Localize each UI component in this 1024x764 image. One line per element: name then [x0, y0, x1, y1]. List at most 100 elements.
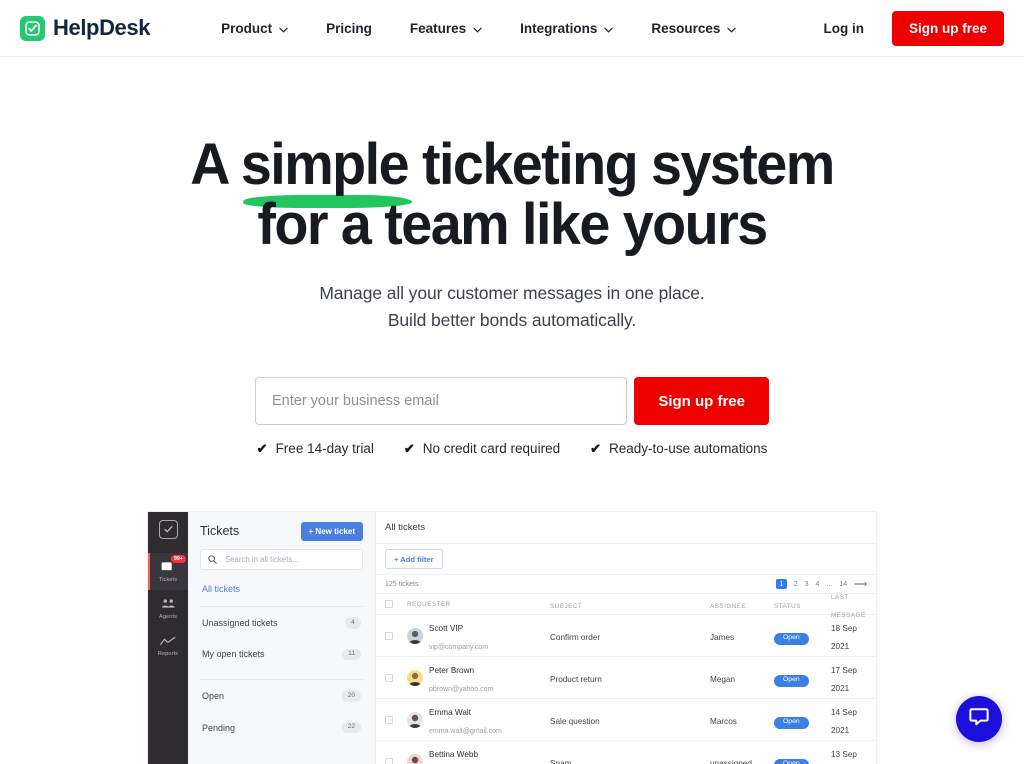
requester-name: Emma Walt	[429, 707, 472, 717]
column-header-subject: SUBJECT	[550, 603, 583, 610]
headline-suffix: ticketing system	[408, 132, 835, 197]
table-row[interactable]: Scott VIP vip@company.com Confirm order …	[376, 615, 876, 657]
logo[interactable]: HelpDesk	[20, 15, 150, 41]
row-checkbox[interactable]	[385, 715, 393, 724]
nav-item-integrations[interactable]: Integrations	[501, 13, 632, 44]
last-message-date: 18 Sep 2021	[831, 623, 857, 651]
signup-form: Sign up free	[255, 377, 769, 425]
subheading-line-2: Build better bonds automatically.	[387, 310, 637, 330]
table-row[interactable]: Peter Brown pbrown@yahoo.com Product ret…	[376, 657, 876, 699]
app-sidebar-title: Tickets	[200, 524, 240, 538]
filter-bar: + Add filter	[376, 544, 876, 575]
new-ticket-button[interactable]: + New ticket	[300, 521, 363, 541]
last-message-date: 13 Sep 2021	[831, 749, 857, 759]
nav-right-actions: Log in Sign up free	[813, 10, 1004, 46]
count-badge: 20	[341, 690, 361, 702]
requester-email: pbrown@yahoo.com	[429, 685, 494, 693]
row-checkbox[interactable]	[385, 631, 393, 640]
status-badge: 99+	[170, 555, 186, 564]
check-icon: ✔	[590, 441, 601, 456]
headline-highlight: simple	[241, 135, 412, 208]
sidebar-item-unassigned-tickets[interactable]: Unassigned tickets 4	[200, 607, 363, 639]
ticket-count-bar: 125 tickets 1 2 3 4 ... 14 ⟶	[376, 575, 876, 594]
search-input[interactable]	[223, 554, 355, 565]
requester-name: Bettina Webb	[429, 749, 479, 759]
app-sidebar: Tickets + New ticket All tickets Unassig…	[188, 512, 376, 764]
page-2-button[interactable]: 2	[794, 581, 798, 588]
checkbox-check-icon	[158, 520, 178, 539]
select-all-checkbox[interactable]	[385, 600, 393, 608]
rail-item-label: Tickets	[158, 577, 178, 583]
sidebar-item-open[interactable]: Open 20	[200, 680, 363, 712]
sidebar-item-label: My open tickets	[202, 649, 265, 660]
row-checkbox[interactable]	[385, 673, 393, 682]
perk-label: No credit card required	[422, 441, 561, 456]
email-field[interactable]	[255, 377, 628, 425]
rail-item-reports[interactable]: Reports	[148, 627, 188, 664]
signup-free-button-nav[interactable]: Sign up free	[891, 10, 1004, 46]
ticket-subject: Confirm order	[550, 632, 601, 642]
ticket-assignee: Marcos	[710, 716, 737, 726]
signup-free-button-hero[interactable]: Sign up free	[634, 377, 769, 425]
nav-item-label: Integrations	[520, 20, 598, 36]
ticket-count: 125 tickets	[385, 580, 419, 588]
chart-line-icon	[159, 633, 177, 648]
page-title: A simple ticketing system for a team lik…	[20, 135, 1003, 255]
ticket-assignee: James	[710, 632, 735, 642]
sidebar-item-label: Pending	[202, 722, 236, 733]
table-row[interactable]: Emma Walt emma.walt@gmail.com Sale quest…	[376, 699, 876, 741]
avatar	[407, 753, 423, 764]
count-badge: 22	[341, 721, 361, 734]
rail-item-agents[interactable]: Agents	[148, 590, 188, 627]
check-icon: ✔	[403, 441, 415, 456]
nav-item-resources[interactable]: Resources	[632, 13, 755, 44]
ticket-view-header: All tickets	[376, 512, 876, 544]
page-3-button[interactable]: 3	[805, 581, 809, 588]
logo-text: HelpDesk	[53, 15, 151, 40]
perk-label: Ready-to-use automations	[609, 441, 768, 456]
add-filter-button[interactable]: + Add filter	[385, 549, 443, 569]
page-4-button[interactable]: 4	[816, 581, 820, 588]
status-badge: Open	[774, 758, 809, 764]
nav-item-product[interactable]: Product	[202, 13, 307, 44]
page-1-button[interactable]: 1	[775, 579, 787, 589]
nav-item-features[interactable]: Features	[391, 13, 501, 44]
headline-line-1: A simple ticketing system	[20, 132, 1003, 208]
ticket-search[interactable]	[200, 549, 363, 570]
chevron-down-icon	[279, 21, 288, 36]
sidebar-item-pending[interactable]: Pending 22	[200, 712, 363, 744]
select-all-cell	[385, 600, 407, 608]
status-badge: Open	[774, 674, 809, 687]
column-header-requester: REQUESTER	[407, 600, 451, 608]
ticket-subject: Product return	[550, 674, 602, 684]
rail-item-tickets[interactable]: 99+ Tickets	[148, 553, 188, 590]
nav-links: Product Pricing Features Integrations Re…	[202, 13, 755, 44]
row-checkbox[interactable]	[385, 757, 393, 764]
app-ticket-table: All tickets + Add filter 125 tickets 1 2…	[376, 512, 876, 764]
requester-email: vip@company.com	[429, 643, 489, 651]
chat-bubble-icon	[968, 706, 990, 733]
nav-item-pricing[interactable]: Pricing	[307, 13, 391, 44]
checkbox-check-icon	[20, 15, 45, 41]
login-link[interactable]: Log in	[813, 13, 874, 44]
avatar	[407, 669, 423, 686]
nav-item-label: Product	[221, 20, 273, 36]
status-badge: Open	[774, 632, 809, 645]
requester-name: Peter Brown	[429, 665, 475, 675]
ticket-icon: 99+	[159, 555, 186, 574]
top-navigation-bar: HelpDesk Product Pricing Features Integr…	[0, 0, 1024, 57]
chat-widget-button[interactable]	[956, 696, 1002, 742]
perk-item: ✔ Ready-to-use automations	[590, 441, 767, 456]
subheading-line-1: Manage all your customer messages in one…	[319, 283, 705, 303]
table-row[interactable]: Bettina Webb bettinawebb@mail.com Spam u…	[376, 741, 876, 764]
sidebar-item-all-tickets[interactable]: All tickets	[200, 570, 363, 606]
search-icon	[208, 551, 217, 569]
status-badge: Open	[774, 716, 809, 729]
app-preview-screenshot: 99+ Tickets Agents Reports Tickets + New…	[148, 512, 876, 764]
sidebar-item-my-open-tickets[interactable]: My open tickets 11	[200, 639, 363, 671]
chevron-down-icon	[727, 21, 737, 36]
rail-item-label: Reports	[157, 651, 179, 657]
avatar	[407, 627, 423, 644]
headline-line-2: for a team like yours	[257, 192, 768, 257]
